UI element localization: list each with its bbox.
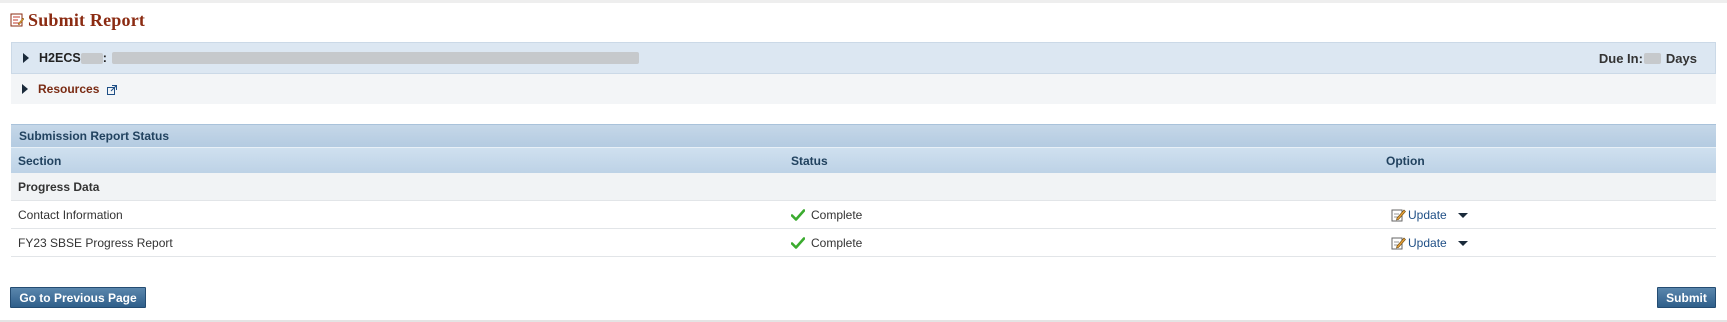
edit-pencil-icon[interactable] bbox=[1391, 207, 1406, 222]
option-cell: Update bbox=[1381, 235, 1716, 250]
submit-button[interactable]: Submit bbox=[1657, 287, 1716, 308]
top-border bbox=[0, 0, 1727, 3]
checkmark-icon bbox=[790, 208, 806, 221]
section-cell: FY23 SBSE Progress Report bbox=[18, 235, 173, 250]
triangle-right-icon[interactable] bbox=[22, 84, 28, 94]
status-text: Complete bbox=[811, 207, 863, 222]
group-row-progress-data: Progress Data bbox=[11, 173, 1716, 201]
table-caption: Submission Report Status bbox=[11, 124, 1716, 147]
due-indicator: Due In: Days bbox=[1599, 43, 1697, 73]
table-header: Section Status Option bbox=[11, 147, 1716, 173]
page-header: Submit Report bbox=[10, 8, 145, 32]
report-edit-icon bbox=[10, 13, 25, 27]
resources-link[interactable]: Resources bbox=[38, 82, 99, 96]
project-info-panel: H2ECS : Due In: Days Resources bbox=[11, 42, 1716, 104]
column-header-status: Status bbox=[791, 153, 828, 168]
status-cell: Complete bbox=[786, 208, 1381, 222]
column-header-section: Section bbox=[18, 153, 62, 168]
project-id-prefix: H2ECS bbox=[39, 51, 81, 65]
status-cell: Complete bbox=[786, 236, 1381, 250]
project-row[interactable]: H2ECS : Due In: Days bbox=[11, 42, 1716, 74]
caret-down-icon[interactable] bbox=[1457, 240, 1468, 246]
due-label: Due In: bbox=[1598, 50, 1643, 66]
external-link-icon[interactable] bbox=[107, 84, 118, 95]
table-row: FY23 SBSE Progress Report Complete Updat… bbox=[11, 229, 1716, 257]
page-title: Submit Report bbox=[28, 9, 146, 30]
resources-row[interactable]: Resources bbox=[11, 74, 1716, 104]
column-header-option: Option bbox=[1386, 153, 1425, 168]
status-text: Complete bbox=[811, 235, 863, 250]
redacted-id bbox=[80, 52, 103, 64]
update-link[interactable]: Update bbox=[1408, 236, 1447, 250]
project-id-separator: : bbox=[102, 51, 107, 65]
checkmark-icon bbox=[790, 236, 806, 249]
option-cell: Update bbox=[1381, 207, 1716, 222]
update-link[interactable]: Update bbox=[1408, 208, 1447, 222]
due-unit: Days bbox=[1665, 50, 1697, 66]
previous-page-button[interactable]: Go to Previous Page bbox=[10, 287, 146, 308]
table-row: Contact Information Complete Update bbox=[11, 201, 1716, 229]
submission-status-table: Submission Report Status Section Status … bbox=[11, 124, 1716, 257]
redacted-project-name bbox=[111, 52, 639, 64]
triangle-right-icon[interactable] bbox=[23, 53, 29, 63]
caret-down-icon[interactable] bbox=[1457, 212, 1468, 218]
section-cell: Contact Information bbox=[18, 207, 123, 222]
redacted-due-days bbox=[1643, 52, 1661, 64]
edit-pencil-icon[interactable] bbox=[1391, 235, 1406, 250]
